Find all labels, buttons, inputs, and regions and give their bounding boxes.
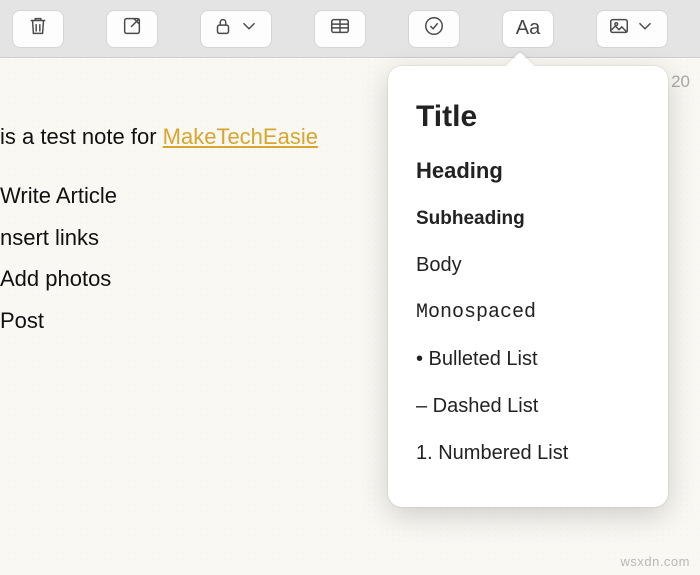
table-button[interactable] (314, 10, 366, 48)
checklist-button[interactable] (408, 10, 460, 48)
media-button[interactable] (596, 10, 668, 48)
lock-icon (212, 15, 234, 42)
delete-button[interactable] (12, 10, 64, 48)
compose-icon (121, 15, 143, 42)
format-option-monospaced[interactable]: Monospaced (416, 289, 640, 336)
format-option-dashed[interactable]: – Dashed List (416, 383, 640, 430)
note-date: 20 (671, 72, 690, 92)
table-icon (329, 15, 351, 42)
photo-icon (608, 15, 630, 42)
chevron-down-icon (238, 15, 260, 42)
lock-button[interactable] (200, 10, 272, 48)
format-option-title[interactable]: Title (416, 88, 640, 146)
toolbar: Aa (0, 0, 700, 58)
format-option-body[interactable]: Body (416, 242, 640, 289)
format-option-heading[interactable]: Heading (416, 146, 640, 196)
intro-text: is a test note for (0, 124, 163, 149)
note-link[interactable]: MakeTechEasie (163, 124, 318, 149)
format-option-subheading[interactable]: Subheading (416, 196, 640, 242)
format-popover: Title Heading Subheading Body Monospaced… (388, 66, 668, 507)
trash-icon (27, 15, 49, 42)
watermark: wsxdn.com (620, 554, 690, 569)
format-option-bulleted[interactable]: • Bulleted List (416, 336, 640, 383)
compose-button[interactable] (106, 10, 158, 48)
format-icon: Aa (516, 17, 540, 40)
checklist-icon (423, 15, 445, 42)
format-option-numbered[interactable]: 1. Numbered List (416, 430, 640, 477)
chevron-down-icon (634, 15, 656, 42)
format-button[interactable]: Aa (502, 10, 554, 48)
